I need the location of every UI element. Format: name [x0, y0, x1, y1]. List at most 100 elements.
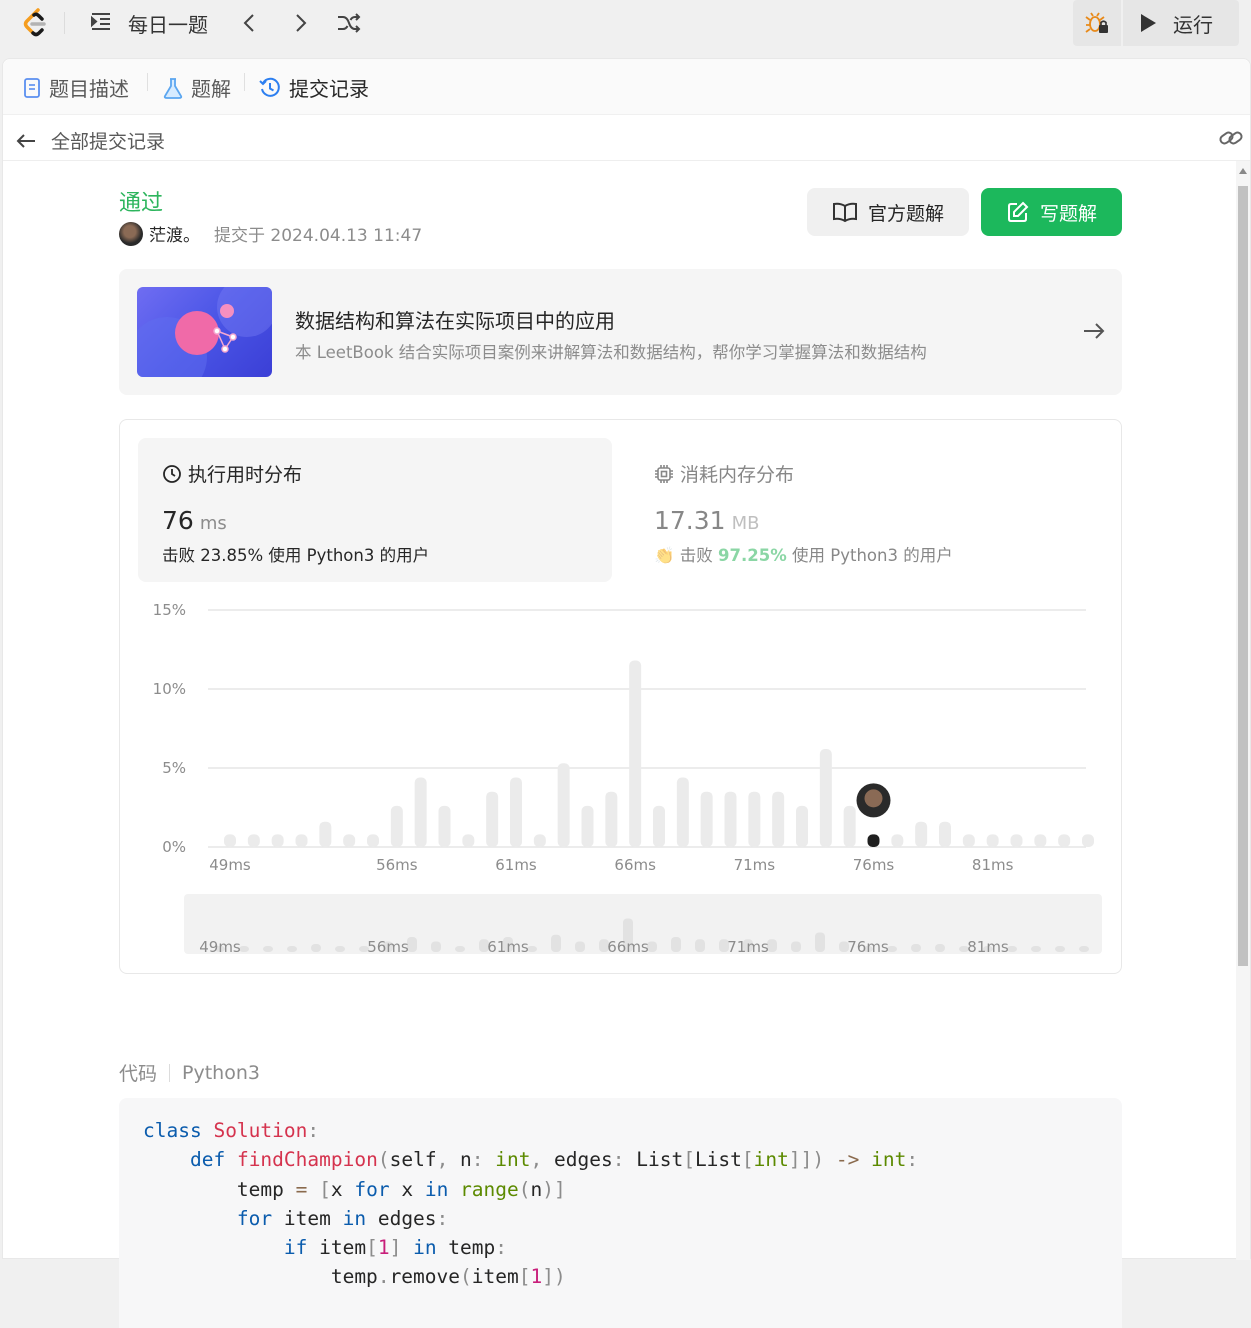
bar — [486, 791, 499, 847]
top-bar: 每日一题 运行 — [0, 0, 1251, 46]
tab-description[interactable]: 题目描述 — [23, 73, 129, 102]
promo-image — [137, 287, 272, 377]
bar — [939, 821, 951, 847]
official-solution-label: 官方题解 — [867, 202, 944, 225]
mini-x-tick-label: 71ms — [727, 938, 769, 954]
history-icon — [259, 77, 280, 97]
back-label: 全部提交记录 — [51, 131, 166, 153]
memory-heading: 消耗内存分布 — [654, 460, 794, 487]
copy-link-button[interactable] — [1218, 125, 1244, 155]
bar — [247, 834, 260, 847]
bar — [772, 791, 785, 847]
prev-question-button[interactable] — [240, 8, 260, 38]
performance-card: 执行用时分布 76 ms 击败 23.85% 使用 Python3 的用户 消耗内… — [119, 419, 1122, 974]
debug-button[interactable] — [1073, 0, 1121, 46]
code-header: 代码 Python3 — [119, 1059, 260, 1086]
memory-value: 17.31 MB — [654, 506, 759, 535]
official-solution-button[interactable]: 官方题解 — [807, 188, 969, 236]
mini-bar — [263, 946, 273, 952]
runtime-number: 76 — [162, 506, 194, 535]
bar — [224, 834, 236, 847]
mini-bar — [455, 946, 465, 952]
chip-icon — [655, 464, 673, 483]
bar — [343, 834, 356, 847]
memory-number: 17.31 — [654, 506, 726, 535]
tab-solutions[interactable]: 题解 — [163, 73, 231, 102]
mini-bar — [1055, 946, 1065, 952]
edit-icon — [1007, 201, 1029, 222]
runtime-beat-pct: 23.85% — [200, 546, 264, 565]
bar — [700, 791, 713, 847]
book-open-icon — [832, 202, 857, 223]
random-question-button[interactable] — [336, 8, 362, 38]
bar — [962, 834, 975, 847]
runtime-beat-prefix: 击败 — [162, 546, 195, 565]
mini-bar — [311, 944, 321, 952]
code-line: temp.remove(item[1]) — [143, 1265, 566, 1289]
bar — [367, 834, 379, 847]
next-question-button[interactable] — [290, 8, 310, 38]
run-group: 运行 — [1073, 0, 1239, 46]
mini-x-tick-label: 66ms — [607, 938, 649, 954]
main-panel: 题目描述 题解 提交记录 全部提交记录 通过 茫渡。 提交于 2024.04.1… — [2, 58, 1251, 1328]
submission-subheader: 全部提交记录 — [3, 115, 1250, 161]
tab-submissions[interactable]: 提交记录 — [259, 73, 369, 102]
runtime-distribution-chart[interactable]: 15% 10% 5% 0% 49ms 56ms 61ms 66ms 71ms 76ms 81ms — [138, 596, 1104, 876]
bar — [1010, 834, 1023, 847]
daily-question-label: 每日一题 — [128, 12, 208, 37]
bar — [319, 821, 332, 847]
y-tick-label: 0% — [162, 838, 186, 856]
promo-subtitle: 本 LeetBook 结合实际项目案例来讲解算法和数据结构，帮你学习掌握算法和数… — [295, 343, 927, 362]
runtime-range-navigator[interactable]: 49ms 56ms 61ms 66ms 71ms 76ms 81ms — [184, 894, 1102, 954]
x-tick-label: 61ms — [495, 856, 537, 874]
bar — [414, 777, 427, 847]
document-icon — [24, 77, 40, 98]
mini-x-tick-label: 56ms — [367, 938, 409, 954]
shuffle-icon — [338, 13, 361, 33]
x-tick-label: 81ms — [972, 856, 1014, 874]
leetcode-logo-icon[interactable] — [18, 6, 52, 40]
divider — [64, 12, 65, 34]
daily-question-button[interactable]: 每日一题 — [90, 8, 208, 38]
tab-description-label: 题目描述 — [49, 77, 129, 101]
write-solution-button[interactable]: 写题解 — [981, 188, 1122, 236]
leetbook-promo[interactable]: 数据结构和算法在实际项目中的应用 本 LeetBook 结合实际项目案例来讲解算… — [119, 269, 1122, 395]
mini-bar — [815, 932, 825, 952]
list-indent-icon — [90, 10, 112, 37]
x-tick-label: 66ms — [614, 856, 656, 874]
scroll-up-icon[interactable] — [1239, 168, 1247, 174]
flask-icon — [163, 77, 183, 99]
bar — [605, 791, 618, 847]
code-line: def findChampion(self, n: int, edges: Li… — [189, 1148, 919, 1172]
mini-bar — [551, 934, 561, 952]
memory-beat: 👏 击败 97.25% 使用 Python3 的用户 — [654, 542, 953, 566]
bar — [1082, 834, 1094, 847]
scroll-thumb[interactable] — [1238, 186, 1248, 966]
status-accepted: 通过 — [119, 191, 164, 216]
bar-highlight — [867, 834, 880, 847]
bar — [724, 791, 737, 847]
code-block[interactable]: class Solution: def findChampion(self, n… — [119, 1098, 1122, 1328]
bar — [629, 660, 642, 847]
code-line: class Solution: — [143, 1119, 320, 1142]
bug-lock-icon — [1085, 12, 1108, 33]
memory-panel[interactable]: 消耗内存分布 17.31 MB 👏 击败 97.25% 使用 Python3 的用… — [630, 438, 1104, 582]
mini-x-tick-label: 81ms — [967, 938, 1009, 954]
avatar[interactable] — [119, 221, 143, 246]
bar — [796, 805, 808, 847]
submission-meta: 茫渡。 提交于 2024.04.13 11:47 — [119, 221, 422, 246]
code-language: Python3 — [182, 1061, 260, 1084]
runtime-panel[interactable]: 执行用时分布 76 ms 击败 23.85% 使用 Python3 的用户 — [138, 438, 612, 582]
code-line: temp = [x for x in range(n)] — [143, 1177, 566, 1201]
bar — [676, 777, 689, 847]
arrow-right-icon[interactable] — [1082, 319, 1106, 347]
back-to-all-submissions[interactable]: 全部提交记录 — [15, 127, 165, 154]
chevron-right-icon — [296, 14, 307, 32]
run-button[interactable]: 运行 — [1123, 0, 1239, 46]
memory-beat-pct: 97.25% — [718, 546, 787, 565]
y-tick-label: 10% — [153, 680, 186, 698]
runtime-title: 执行用时分布 — [188, 464, 303, 486]
scrollbar[interactable] — [1236, 161, 1250, 1260]
bar — [557, 763, 570, 847]
username[interactable]: 茫渡。 — [149, 221, 200, 246]
